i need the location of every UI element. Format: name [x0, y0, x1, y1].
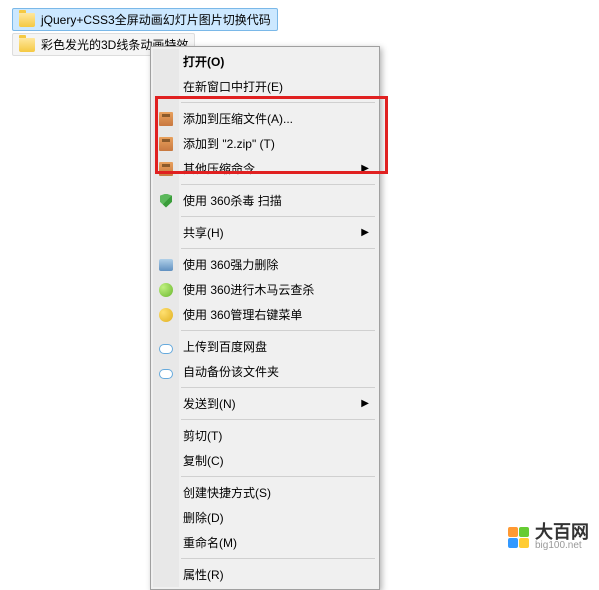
watermark-url: big100.net: [535, 541, 589, 551]
menu-separator: [181, 216, 375, 217]
archive-icon: [158, 161, 174, 177]
menu-separator: [181, 558, 375, 559]
menu-add-to-archive[interactable]: 添加到压缩文件(A)...: [153, 106, 377, 131]
menu-separator: [181, 330, 375, 331]
folder-icon: [19, 13, 35, 27]
menu-other-compress[interactable]: 其他压缩命令 ▶: [153, 156, 377, 181]
scan-icon: [158, 282, 174, 298]
cloud-icon: [158, 339, 174, 355]
watermark-title: 大百网: [535, 523, 589, 541]
menu-create-shortcut[interactable]: 创建快捷方式(S): [153, 480, 377, 505]
menu-auto-backup[interactable]: 自动备份该文件夹: [153, 359, 377, 384]
submenu-arrow-icon: ▶: [361, 227, 369, 238]
folder-icon: [19, 38, 35, 52]
menu-360-force-delete[interactable]: 使用 360强力删除: [153, 252, 377, 277]
menu-open-new-window[interactable]: 在新窗口中打开(E): [153, 74, 377, 99]
submenu-arrow-icon: ▶: [361, 163, 369, 174]
menu-cut[interactable]: 剪切(T): [153, 423, 377, 448]
menu-separator: [181, 387, 375, 388]
menu-separator: [181, 476, 375, 477]
menu-separator: [181, 184, 375, 185]
menu-upload-baidu[interactable]: 上传到百度网盘: [153, 334, 377, 359]
menu-share[interactable]: 共享(H) ▶: [153, 220, 377, 245]
menu-separator: [181, 248, 375, 249]
menu-copy[interactable]: 复制(C): [153, 448, 377, 473]
menu-rename[interactable]: 重命名(M): [153, 530, 377, 555]
menu-separator: [181, 419, 375, 420]
menu-360-scan[interactable]: 使用 360杀毒 扫描: [153, 188, 377, 213]
disk-icon: [158, 257, 174, 273]
manage-icon: [158, 307, 174, 323]
menu-send-to[interactable]: 发送到(N) ▶: [153, 391, 377, 416]
shield-icon: [158, 193, 174, 209]
menu-360-manage-menu[interactable]: 使用 360管理右键菜单: [153, 302, 377, 327]
watermark-logo-icon: [508, 527, 529, 548]
menu-separator: [181, 102, 375, 103]
context-menu: 打开(O) 在新窗口中打开(E) 添加到压缩文件(A)... 添加到 "2.zi…: [150, 46, 380, 590]
submenu-arrow-icon: ▶: [361, 398, 369, 409]
watermark: 大百网 big100.net: [508, 523, 589, 551]
menu-open[interactable]: 打开(O): [153, 49, 377, 74]
archive-icon: [158, 136, 174, 152]
archive-icon: [158, 111, 174, 127]
cloud-icon: [158, 364, 174, 380]
menu-delete[interactable]: 删除(D): [153, 505, 377, 530]
menu-properties[interactable]: 属性(R): [153, 562, 377, 587]
menu-360-trojan-scan[interactable]: 使用 360进行木马云查杀: [153, 277, 377, 302]
file-item-1[interactable]: jQuery+CSS3全屏动画幻灯片图片切换代码: [12, 8, 278, 31]
menu-add-to-zip[interactable]: 添加到 "2.zip" (T): [153, 131, 377, 156]
file-name: jQuery+CSS3全屏动画幻灯片图片切换代码: [41, 11, 271, 28]
